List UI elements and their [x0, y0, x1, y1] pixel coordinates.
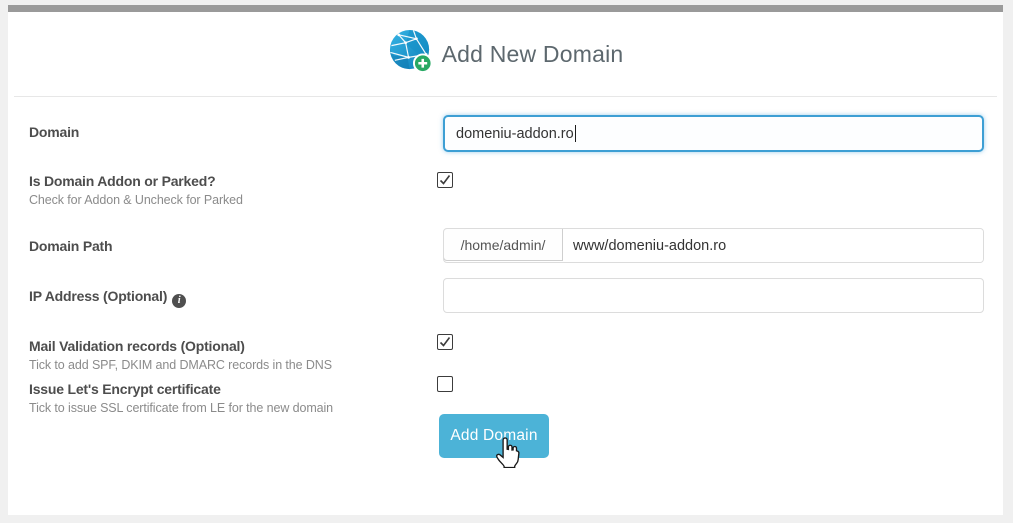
page-title: Add New Domain [441, 40, 624, 67]
mail-validation-label: Mail Validation records (Optional) [29, 338, 245, 354]
addon-parked-checkbox[interactable] [437, 172, 453, 188]
lets-encrypt-labels: Issue Let's Encrypt certificate Tick to … [29, 380, 333, 417]
lets-encrypt-hint: Tick to issue SSL certificate from LE fo… [29, 401, 334, 415]
domain-path-label: Domain Path [29, 238, 113, 254]
mail-validation-hint: Tick to add SPF, DKIM and DMARC records … [29, 358, 332, 372]
info-icon[interactable]: i [172, 294, 187, 308]
text-caret [574, 125, 576, 142]
lets-encrypt-label: Issue Let's Encrypt certificate [29, 381, 221, 397]
domain-input-value: domeniu-addon.ro [456, 125, 574, 142]
add-domain-panel: Add New Domain Domain domeniu-addon.ro I… [8, 5, 1003, 515]
top-bar [8, 5, 1003, 12]
checkmark-icon [439, 337, 451, 347]
ip-address-label-text: IP Address (Optional) [29, 288, 168, 304]
addon-parked-label: Is Domain Addon or Parked? [29, 173, 216, 189]
domain-path-prefix: /home/admin/ [444, 229, 563, 261]
globe-add-icon [388, 28, 435, 80]
domain-path-group: /home/admin/ [443, 228, 984, 263]
checkmark-icon [439, 175, 451, 185]
ip-address-label: IP Address (Optional) i [29, 286, 187, 308]
mail-validation-checkbox[interactable] [437, 334, 453, 350]
ip-address-input[interactable] [443, 278, 984, 313]
addon-parked-hint: Check for Addon & Uncheck for Parked [29, 193, 243, 207]
lets-encrypt-checkbox[interactable] [437, 376, 453, 392]
addon-parked-labels: Is Domain Addon or Parked? Check for Add… [29, 172, 243, 209]
header-divider [14, 96, 997, 97]
mail-validation-labels: Mail Validation records (Optional) Tick … [29, 337, 332, 374]
domain-path-input[interactable] [563, 229, 983, 262]
domain-input[interactable]: domeniu-addon.ro [443, 115, 984, 152]
domain-label: Domain [29, 124, 80, 140]
page-header: Add New Domain [8, 23, 1003, 85]
add-domain-button[interactable]: Add Domain [439, 414, 549, 458]
